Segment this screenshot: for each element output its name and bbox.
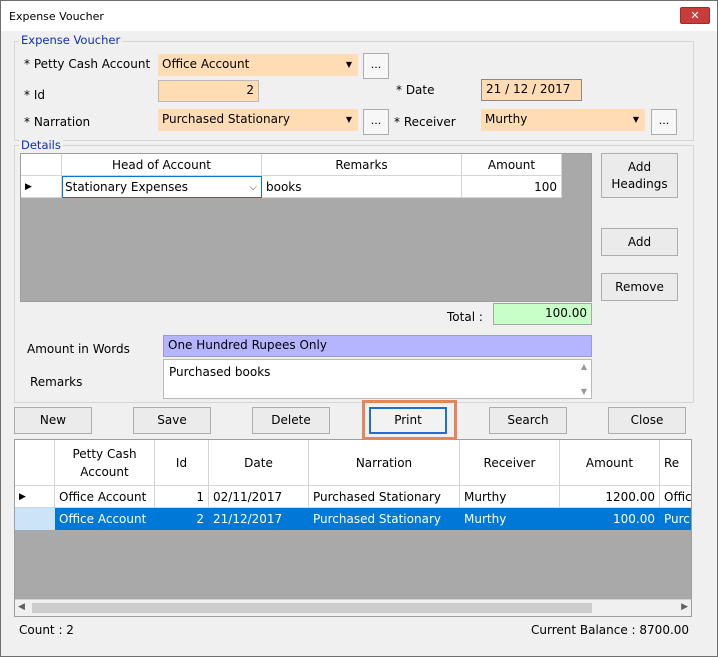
remarks-cell[interactable]: books [262, 176, 462, 198]
record-count: Count : 2 [19, 623, 74, 637]
voucher-list-grid[interactable]: Petty Cash Account Id Date Narration Rec… [14, 439, 692, 617]
id-field[interactable]: 2 [158, 80, 259, 102]
amount-in-words-field: One Hundred Rupees Only [163, 335, 592, 357]
id-label: * Id [24, 88, 45, 102]
row-header-cell [15, 508, 55, 530]
date-cell[interactable]: 21/12/2017 [209, 508, 309, 530]
add-headings-line2: Headings [611, 177, 668, 191]
narration-cell[interactable]: Purchased Stationary [309, 486, 460, 508]
details-group-label: Details [19, 138, 63, 152]
search-button[interactable]: Search [489, 407, 567, 434]
receiver-browse-button[interactable]: ... [651, 109, 677, 135]
details-corner [21, 154, 62, 176]
scroll-up-icon: ▲ [580, 362, 587, 371]
col-head-of-account[interactable]: Head of Account [62, 154, 262, 176]
row-pointer-icon: ▶ [15, 486, 55, 508]
scroll-down-icon: ▼ [580, 387, 587, 396]
details-grid[interactable]: Head of Account Remarks Amount ▶ Station… [20, 153, 592, 302]
petty-cash-browse-button[interactable]: ... [363, 53, 389, 79]
col-remarks[interactable]: Remarks [262, 154, 462, 176]
receiver-cell[interactable]: Murthy [460, 508, 560, 530]
add-headings-line1: Add [627, 160, 652, 174]
amount-cell[interactable]: 1200.00 [560, 486, 660, 508]
col-narration[interactable]: Narration [309, 440, 460, 486]
scrollbar-thumb[interactable] [32, 603, 592, 613]
id-cell[interactable]: 2 [155, 508, 209, 530]
chevron-down-icon: ▼ [632, 115, 640, 124]
narration-label: * Narration [24, 115, 91, 129]
scroll-right-icon[interactable]: ▶ [681, 602, 688, 612]
add-headings-button[interactable]: Add Headings [601, 153, 678, 198]
narration-value: Purchased Stationary [162, 112, 290, 126]
chevron-down-icon: ▼ [345, 60, 353, 69]
id-cell[interactable]: 1 [155, 486, 209, 508]
amount-cell[interactable]: 100 [462, 176, 562, 198]
head-of-account-cell[interactable]: Stationary Expenses ⌵ [62, 176, 262, 198]
narration-combo[interactable]: Purchased Stationary ▼ [158, 109, 358, 131]
date-label: * Date [396, 83, 435, 97]
save-button[interactable]: Save [133, 407, 211, 434]
details-row[interactable]: ▶ Stationary Expenses ⌵ books 100 [21, 176, 591, 198]
title-bar: Expense Voucher ✕ [1, 1, 717, 31]
account-cell[interactable]: Office Account [55, 486, 155, 508]
col-amount[interactable]: Amount [462, 154, 562, 176]
receiver-combo[interactable]: Murthy ▼ [481, 109, 645, 131]
print-button[interactable]: Print [369, 407, 447, 434]
list-corner [15, 440, 55, 486]
chevron-down-icon: ⌵ [249, 181, 257, 193]
remarks-cell[interactable]: Offic [660, 486, 691, 508]
col-id[interactable]: Id [155, 440, 209, 486]
remarks-textarea[interactable]: Purchased books ▲ ▼ [163, 359, 592, 399]
petty-cash-combo[interactable]: Office Account ▼ [158, 54, 358, 76]
delete-button[interactable]: Delete [252, 407, 330, 434]
chevron-down-icon: ▼ [345, 115, 353, 124]
receiver-label: * Receiver [394, 115, 456, 129]
remarks-value: Purchased books [169, 365, 271, 379]
petty-cash-value: Office Account [162, 57, 250, 71]
close-button[interactable]: Close [608, 407, 686, 434]
account-cell[interactable]: Office Account [55, 508, 155, 530]
col-date[interactable]: Date [209, 440, 309, 486]
head-of-account-value: Stationary Expenses [65, 180, 189, 194]
new-button[interactable]: New [14, 407, 92, 434]
amount-in-words-label: Amount in Words [27, 342, 130, 356]
petty-cash-label: * Petty Cash Account [24, 57, 151, 71]
table-row[interactable]: Office Account 2 21/12/2017 Purchased St… [15, 508, 691, 530]
col-petty-cash-account[interactable]: Petty Cash Account [55, 440, 155, 486]
total-field: 100.00 [493, 303, 592, 325]
window-title: Expense Voucher [9, 10, 104, 23]
remarks-label: Remarks [30, 375, 83, 389]
date-cell[interactable]: 02/11/2017 [209, 486, 309, 508]
narration-browse-button[interactable]: ... [363, 109, 389, 135]
list-header-row: Petty Cash Account Id Date Narration Rec… [15, 440, 691, 486]
row-pointer-icon: ▶ [21, 176, 62, 198]
date-field[interactable]: 21 / 12 / 2017 [481, 79, 582, 101]
add-button[interactable]: Add [601, 228, 678, 256]
narration-cell[interactable]: Purchased Stationary [309, 508, 460, 530]
table-row[interactable]: ▶ Office Account 1 02/11/2017 Purchased … [15, 486, 691, 508]
scroll-left-icon[interactable]: ◀ [18, 602, 25, 612]
col-remarks[interactable]: Re [660, 440, 691, 486]
total-label: Total : [447, 310, 483, 324]
amount-cell[interactable]: 100.00 [560, 508, 660, 530]
receiver-value: Murthy [485, 112, 528, 126]
voucher-group-label: Expense Voucher [19, 33, 123, 47]
expense-voucher-window: Expense Voucher ✕ Expense Voucher * Pett… [0, 0, 718, 657]
col-receiver[interactable]: Receiver [460, 440, 560, 486]
close-icon[interactable]: ✕ [680, 7, 710, 24]
remarks-cell[interactable]: Purch [660, 508, 691, 530]
col-amount[interactable]: Amount [560, 440, 660, 486]
receiver-cell[interactable]: Murthy [460, 486, 560, 508]
horizontal-scrollbar[interactable]: ◀ ▶ [15, 599, 691, 616]
remove-button[interactable]: Remove [601, 273, 678, 301]
details-header-row: Head of Account Remarks Amount [21, 154, 591, 176]
current-balance: Current Balance : 8700.00 [531, 623, 690, 637]
